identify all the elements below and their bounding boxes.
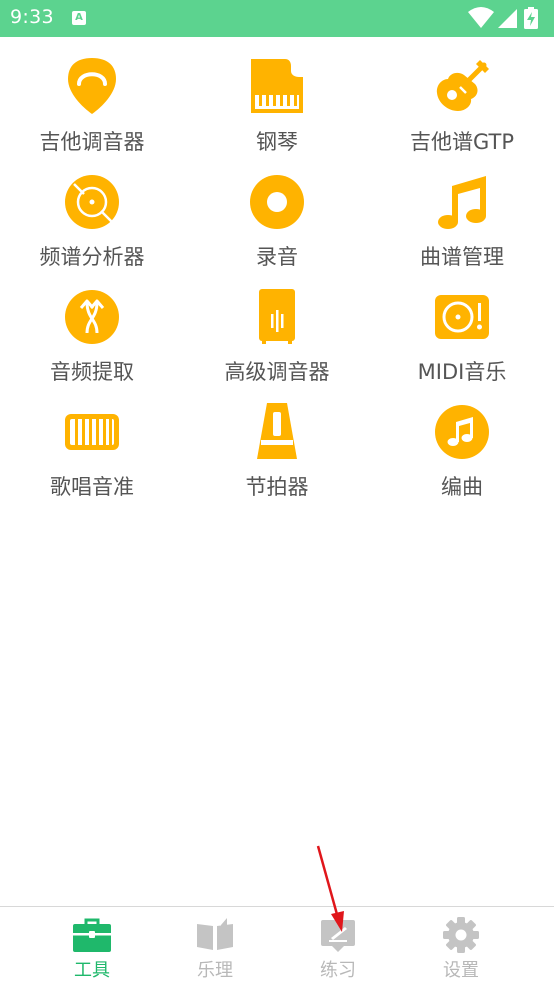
keyboard-icon — [65, 414, 119, 450]
gear-icon — [443, 917, 479, 953]
tool-compose[interactable]: 编曲 — [370, 382, 554, 499]
tab-label: 设置 — [443, 960, 479, 981]
compose-note-icon — [435, 405, 489, 459]
battery-charging-icon — [524, 7, 538, 29]
signal-icon — [498, 9, 517, 28]
guitar-icon — [436, 60, 489, 111]
spectrum-disc-icon — [65, 175, 119, 229]
status-icons — [468, 7, 544, 29]
tool-label: 节拍器 — [245, 475, 309, 499]
music-note-icon — [438, 176, 486, 229]
tool-guitar-tuner[interactable]: 吉他调音器 — [0, 37, 184, 154]
metronome-icon — [257, 403, 297, 459]
tool-score-manager[interactable]: 曲谱管理 — [370, 152, 554, 269]
guitar-pick-icon — [68, 58, 116, 114]
piano-icon — [251, 59, 303, 113]
tool-advanced-tuner[interactable]: 高级调音器 — [185, 267, 369, 384]
wifi-icon — [468, 7, 494, 28]
tool-metronome[interactable]: 节拍器 — [185, 382, 369, 499]
tool-spectrum-analyzer[interactable]: 频谱分析器 — [0, 152, 184, 269]
audio-extract-icon — [65, 290, 119, 344]
annotation-arrow — [316, 845, 344, 932]
tab-tools[interactable]: 工具 — [30, 907, 154, 984]
book-icon — [197, 918, 233, 950]
tool-record[interactable]: 录音 — [185, 152, 369, 269]
tool-audio-extract[interactable]: 音频提取 — [0, 267, 184, 384]
tool-label: 歌唱音准 — [50, 475, 134, 499]
midi-turntable-icon — [435, 295, 489, 339]
tab-music-theory[interactable]: 乐理 — [153, 907, 277, 984]
advanced-tuner-icon — [259, 289, 295, 344]
notification-app-icon: A — [72, 11, 86, 25]
tool-singing-pitch[interactable]: 歌唱音准 — [0, 382, 184, 499]
tool-midi-music[interactable]: MIDI音乐 — [370, 267, 554, 384]
tab-label: 乐理 — [197, 960, 233, 981]
tool-piano[interactable]: 钢琴 — [185, 37, 369, 154]
bottom-nav: 工具 乐理 练习 设置 — [0, 906, 554, 984]
tool-label: 编曲 — [441, 475, 483, 499]
record-icon — [250, 175, 304, 229]
toolbox-icon — [73, 918, 111, 952]
status-bar: 9:33 A — [0, 0, 554, 37]
tab-label: 练习 — [320, 960, 356, 981]
tool-guitar-tab[interactable]: 吉他谱GTP — [370, 37, 554, 154]
notification-app-letter: A — [75, 12, 83, 23]
tab-label: 工具 — [74, 960, 110, 981]
status-time: 9:33 — [10, 6, 54, 28]
tab-settings[interactable]: 设置 — [399, 907, 523, 984]
